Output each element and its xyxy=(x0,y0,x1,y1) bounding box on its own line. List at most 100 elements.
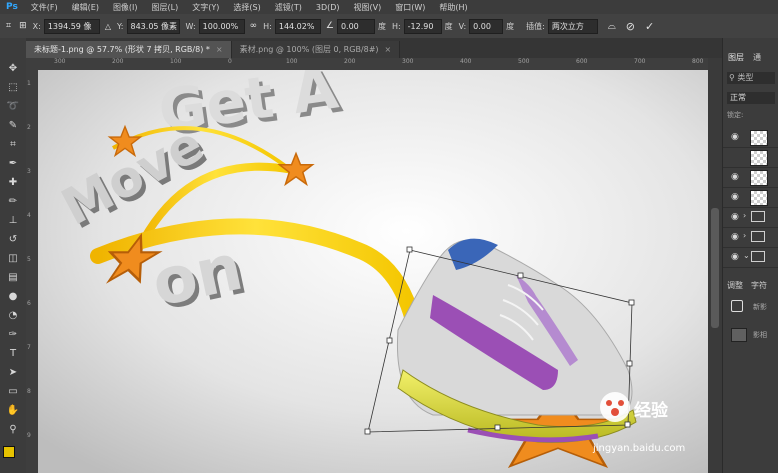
svg-text:jingyan.baidu.com: jingyan.baidu.com xyxy=(592,443,685,454)
transform-tool-icon[interactable]: ⌗ xyxy=(6,21,11,31)
scrollbar-thumb[interactable] xyxy=(711,208,719,328)
move-tool-icon[interactable]: ✥ xyxy=(4,60,22,76)
ruler-tick-label: 200 xyxy=(344,58,356,65)
pen-tool-icon[interactable]: ✑ xyxy=(4,326,22,342)
close-tab-icon[interactable]: × xyxy=(216,45,223,54)
menu-view[interactable]: 视图(V) xyxy=(347,2,389,13)
menu-3d[interactable]: 3D(D) xyxy=(309,3,347,12)
ruler-tick-label: 8 xyxy=(27,388,31,395)
ruler-tick-label: 5 xyxy=(27,256,31,263)
blur-tool-icon[interactable]: ● xyxy=(4,288,22,304)
tools-panel: ✥ ⬚ ➰ ✎ ⌗ ✒ ✚ ✏ ⊥ ↺ ◫ ▤ ● ◔ ✑ T ➤ ▭ ✋ ⚲ xyxy=(0,38,27,473)
tab-label: 未标题-1.png @ 57.7% (形状 7 拷贝, RGB/8) * xyxy=(34,45,210,54)
layer-thumbnail xyxy=(750,170,768,186)
svg-text:经验: 经验 xyxy=(634,400,669,421)
visibility-eye-icon[interactable]: ◉ xyxy=(731,232,739,242)
menu-file[interactable]: 文件(F) xyxy=(24,2,65,13)
document-canvas[interactable]: Get A Get A Move Move on on 经验 jingyan.b… xyxy=(38,70,708,473)
commit-transform-icon[interactable]: ✓ xyxy=(645,20,654,33)
width-field[interactable]: 100.00% xyxy=(198,18,245,34)
history-brush-tool-icon[interactable]: ↺ xyxy=(4,231,22,247)
cancel-transform-icon[interactable]: ⊘ xyxy=(626,20,635,33)
visibility-eye-icon[interactable]: ◉ xyxy=(731,192,739,202)
foreground-color-swatch[interactable] xyxy=(3,446,15,458)
height-field[interactable]: 144.02% xyxy=(274,18,321,34)
type-tool-icon[interactable]: T xyxy=(4,345,22,361)
layer-group-row[interactable]: ◉ › xyxy=(723,228,778,248)
hand-tool-icon[interactable]: ✋ xyxy=(4,402,22,418)
marquee-tool-icon[interactable]: ⬚ xyxy=(4,79,22,95)
ruler-tick-label: 700 xyxy=(634,58,646,65)
layer-row[interactable]: ◉ xyxy=(723,168,778,188)
quick-select-tool-icon[interactable]: ✎ xyxy=(4,117,22,133)
eyedropper-tool-icon[interactable]: ✒ xyxy=(4,155,22,171)
y-position-field[interactable]: 843.05 像素 xyxy=(126,18,180,34)
tab-label: 素材.png @ 100% (图层 0, RGB/8#) xyxy=(239,45,379,54)
menu-select[interactable]: 选择(S) xyxy=(226,2,267,13)
ruler-tick-label: 500 xyxy=(518,58,530,65)
x-position-field[interactable]: 1394.59 像 xyxy=(43,18,100,34)
dodge-tool-icon[interactable]: ◔ xyxy=(4,307,22,323)
chevron-right-icon[interactable]: › xyxy=(743,231,746,240)
tab-untitled-1[interactable]: 未标题-1.png @ 57.7% (形状 7 拷贝, RGB/8) * × xyxy=(26,41,232,58)
angle-unit: 度 xyxy=(377,21,386,31)
tab-sucai[interactable]: 素材.png @ 100% (图层 0, RGB/8#) × xyxy=(231,41,401,58)
adjustment-preset-icon[interactable] xyxy=(731,300,743,312)
angle-field[interactable]: 0.00 xyxy=(336,18,375,34)
adjustment-thumb[interactable] xyxy=(731,328,747,342)
y-label: Y: xyxy=(116,21,124,31)
layer-group-row[interactable]: ◉ ⌄ xyxy=(723,248,778,268)
blend-mode-select[interactable]: 正常 xyxy=(727,92,775,104)
tab-adjustments[interactable]: 调整 xyxy=(727,280,743,291)
menu-image[interactable]: 图像(I) xyxy=(106,2,145,13)
ruler-tick-label: 6 xyxy=(27,300,31,307)
path-select-tool-icon[interactable]: ➤ xyxy=(4,364,22,380)
link-icon[interactable]: ∞ xyxy=(250,21,258,31)
ruler-tick-label: 800 xyxy=(692,58,704,65)
layer-filter-kind[interactable]: ⚲ 类型 xyxy=(727,72,775,84)
menu-edit[interactable]: 编辑(E) xyxy=(65,2,106,13)
visibility-eye-icon[interactable]: ◉ xyxy=(731,172,739,182)
eraser-tool-icon[interactable]: ◫ xyxy=(4,250,22,266)
interpolation-label: 插值: xyxy=(526,21,545,31)
brush-tool-icon[interactable]: ✏ xyxy=(4,193,22,209)
lasso-tool-icon[interactable]: ➰ xyxy=(4,98,22,114)
visibility-eye-icon[interactable]: ◉ xyxy=(731,252,739,262)
zoom-tool-icon[interactable]: ⚲ xyxy=(4,421,22,437)
ruler-tick-label: 100 xyxy=(170,58,182,65)
relative-position-icon[interactable]: △ xyxy=(105,22,111,31)
menu-filter[interactable]: 滤镜(T) xyxy=(268,2,309,13)
menu-window[interactable]: 窗口(W) xyxy=(388,2,432,13)
interpolation-select[interactable]: 两次立方 xyxy=(547,18,598,34)
tab-character[interactable]: 字符 xyxy=(751,280,767,291)
visibility-eye-icon[interactable]: ◉ xyxy=(731,132,739,142)
lock-label: 锁定: xyxy=(727,111,744,119)
menu-bar: Ps 文件(F) 编辑(E) 图像(I) 图层(L) 文字(Y) 选择(S) 滤… xyxy=(0,0,778,14)
crop-tool-icon[interactable]: ⌗ xyxy=(4,136,22,152)
menu-help[interactable]: 帮助(H) xyxy=(432,2,474,13)
document-tab-bar: 未标题-1.png @ 57.7% (形状 7 拷贝, RGB/8) * × 素材… xyxy=(26,38,722,58)
vskew-field[interactable]: 0.00 xyxy=(469,18,504,34)
layer-row[interactable]: ◉ xyxy=(723,128,778,148)
visibility-eye-icon[interactable]: ◉ xyxy=(731,212,739,222)
healing-brush-tool-icon[interactable]: ✚ xyxy=(4,174,22,190)
layer-row[interactable] xyxy=(723,148,778,168)
folder-icon xyxy=(751,231,765,242)
close-tab-icon[interactable]: × xyxy=(385,45,392,54)
tab-layers[interactable]: 图层 xyxy=(728,52,744,63)
layer-row[interactable]: ◉ xyxy=(723,188,778,208)
menu-type[interactable]: 文字(Y) xyxy=(185,2,226,13)
layer-group-row[interactable]: ◉ › xyxy=(723,208,778,228)
warp-mode-icon[interactable]: ⌓ xyxy=(608,21,616,32)
menu-layer[interactable]: 图层(L) xyxy=(145,2,186,13)
angle-icon: ∠ xyxy=(325,21,334,31)
gradient-tool-icon[interactable]: ▤ xyxy=(4,269,22,285)
tab-channels[interactable]: 通 xyxy=(753,52,761,63)
reference-point-icon[interactable]: ⊞ xyxy=(19,21,27,31)
shape-tool-icon[interactable]: ▭ xyxy=(4,383,22,399)
clone-stamp-tool-icon[interactable]: ⊥ xyxy=(4,212,22,228)
chevron-right-icon[interactable]: › xyxy=(743,211,746,220)
chevron-down-icon[interactable]: ⌄ xyxy=(743,251,750,260)
vertical-scrollbar[interactable] xyxy=(708,58,722,473)
hskew-field[interactable]: -12.90 xyxy=(403,18,442,34)
